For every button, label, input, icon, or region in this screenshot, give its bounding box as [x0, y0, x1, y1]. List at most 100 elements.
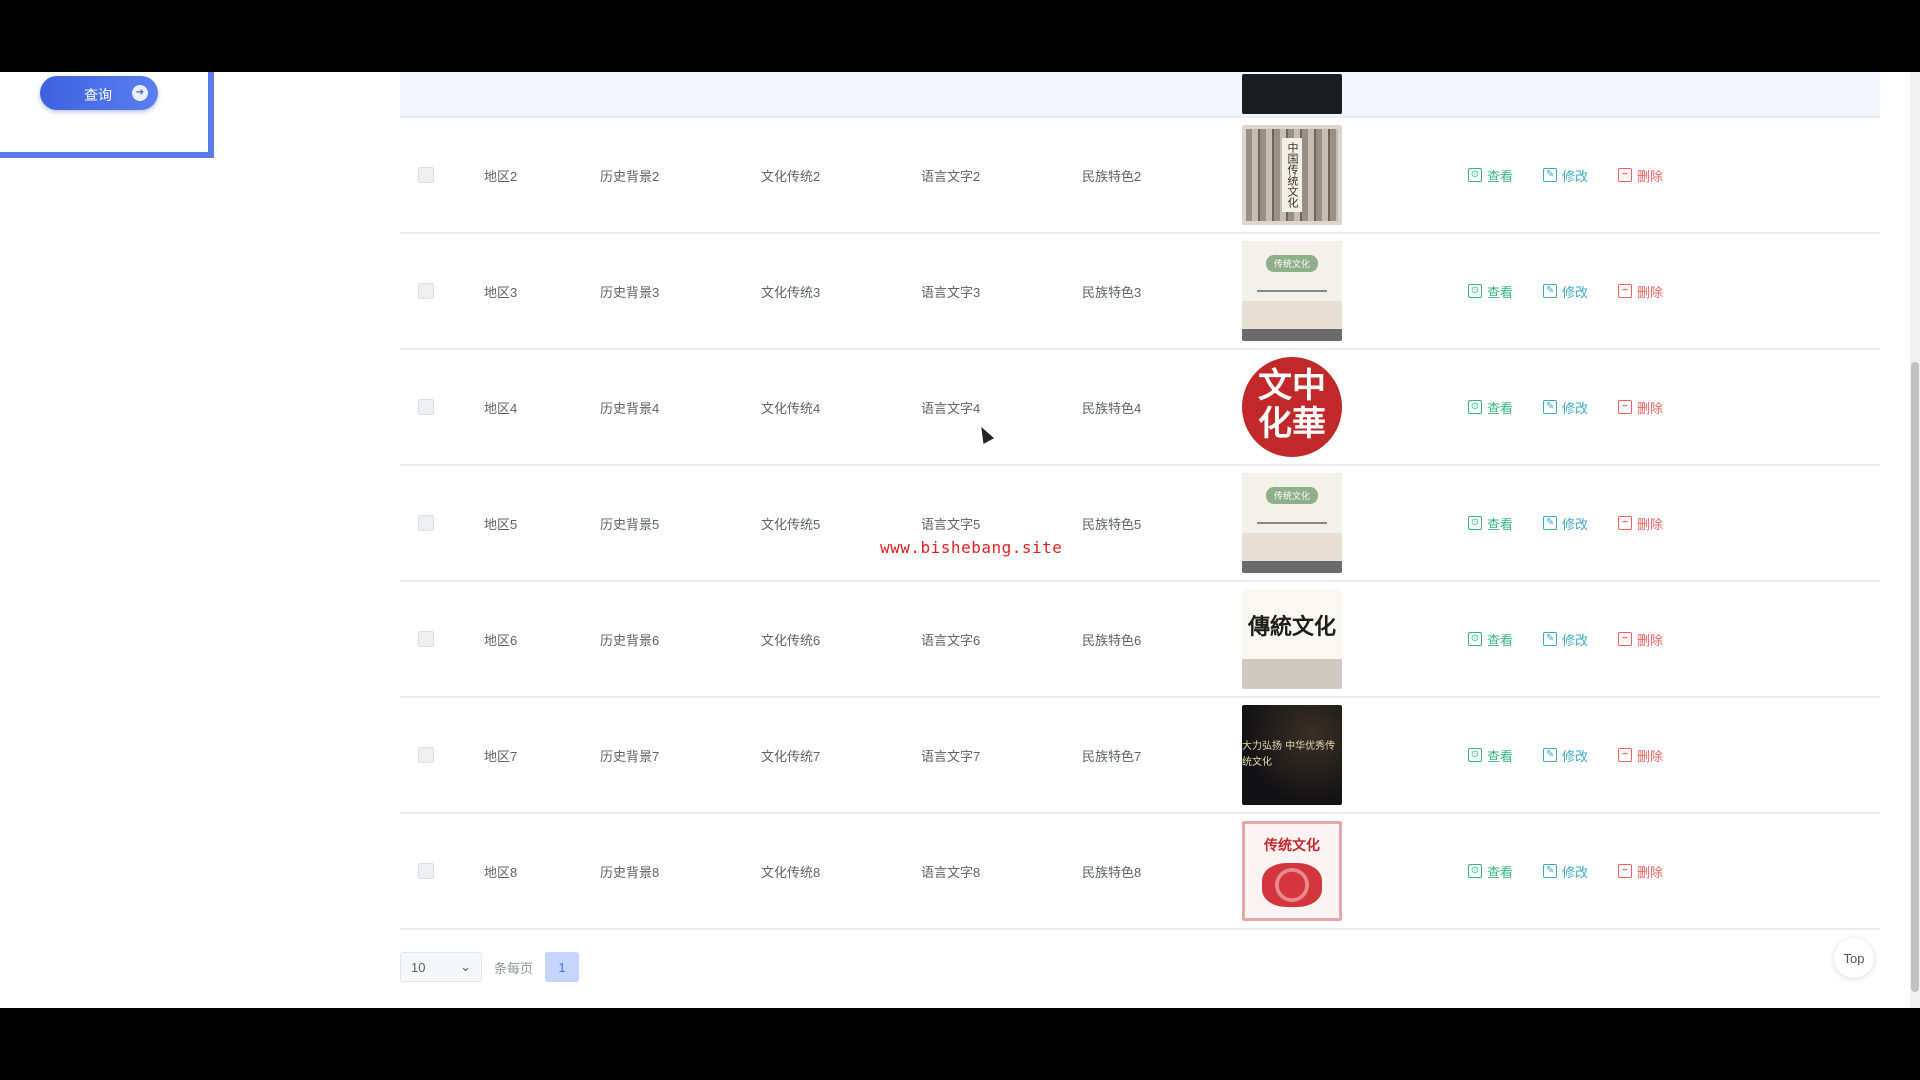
delete-button[interactable]: − 删除	[1618, 746, 1663, 765]
row-image[interactable]	[1242, 74, 1342, 114]
row-image-text: 传统文化	[1265, 255, 1318, 272]
view-button[interactable]: ⊙ 查看	[1468, 862, 1513, 881]
per-page-label: 条每页	[494, 960, 534, 976]
row-image[interactable]: 传统文化	[1242, 241, 1342, 341]
row-image-text: 大力弘扬 中华优秀传统文化	[1242, 741, 1336, 768]
view-label: 查看	[1487, 632, 1514, 648]
row-checkbox-cell	[418, 234, 434, 348]
ethnic-cell: 民族特色5	[1082, 516, 1142, 532]
minus-icon: −	[1618, 864, 1633, 878]
view-button[interactable]: ⊙ 查看	[1468, 282, 1513, 301]
ethnic-cell: 民族特色8	[1082, 864, 1142, 880]
delete-label: 删除	[1637, 864, 1664, 880]
row-checkbox[interactable]	[418, 399, 434, 415]
page-button-current[interactable]: 1	[545, 952, 580, 982]
row-image[interactable]: 文中化華	[1242, 357, 1342, 457]
edit-button[interactable]: ✎ 修改	[1543, 746, 1588, 765]
row-checkbox-cell	[418, 698, 434, 812]
view-button[interactable]: ⊙ 查看	[1468, 514, 1513, 533]
row-checkbox[interactable]	[418, 747, 434, 763]
language-cell: 语言文字2	[921, 168, 981, 184]
row-checkbox-cell	[418, 814, 434, 928]
delete-button[interactable]: − 删除	[1618, 166, 1663, 185]
table-row: 地区2 历史背景2 文化传统2 语言文字2 民族特色2 中国传统文化 ⊙ 查看 ✎…	[400, 118, 1880, 234]
row-image-text: 傳統文化	[1247, 614, 1336, 640]
delete-label: 删除	[1637, 516, 1664, 532]
delete-label: 删除	[1637, 632, 1664, 648]
view-icon: ⊙	[1468, 400, 1482, 414]
row-checkbox[interactable]	[418, 167, 434, 183]
chevron-down-icon: ⌄	[460, 959, 471, 974]
edit-icon: ✎	[1543, 748, 1558, 762]
arrow-icon: ➔	[132, 85, 148, 101]
table-row-partial	[400, 72, 1880, 118]
back-to-top-button[interactable]: Top	[1834, 938, 1874, 978]
table-row: 地区5 历史背景5 文化传统5 语言文字5 民族特色5 传统文化 ⊙ 查看 ✎ 修改…	[400, 466, 1880, 582]
row-image[interactable]: 传统文化	[1242, 821, 1342, 921]
row-checkbox[interactable]	[418, 631, 434, 647]
view-label: 查看	[1487, 748, 1514, 764]
watermark-text: www.bishebang.site	[880, 538, 1063, 557]
edit-button[interactable]: ✎ 修改	[1543, 630, 1588, 649]
ethnic-cell: 民族特色6	[1082, 632, 1142, 648]
minus-icon: −	[1618, 284, 1633, 298]
delete-button[interactable]: − 删除	[1618, 282, 1663, 301]
page-size-select[interactable]: 10 ⌄	[400, 952, 482, 982]
region-cell: 地区2	[484, 168, 518, 184]
scrollbar-track[interactable]	[1910, 72, 1920, 1008]
region-cell: 地区4	[484, 400, 518, 416]
culture-cell: 文化传统3	[761, 284, 821, 300]
minus-icon: −	[1618, 168, 1633, 182]
actions-cell: ⊙ 查看 ✎ 修改 − 删除	[1468, 582, 1693, 696]
row-checkbox[interactable]	[418, 515, 434, 531]
region-cell: 地区3	[484, 284, 518, 300]
row-image[interactable]: 中国传统文化	[1242, 125, 1342, 225]
delete-button[interactable]: − 删除	[1618, 398, 1663, 417]
edit-button[interactable]: ✎ 修改	[1543, 398, 1588, 417]
view-button[interactable]: ⊙ 查看	[1468, 398, 1513, 417]
table-row: 地区4 历史背景4 文化传统4 语言文字4 民族特色4 文中化華 ⊙ 查看 ✎ 修改…	[400, 350, 1880, 466]
edit-button[interactable]: ✎ 修改	[1543, 862, 1588, 881]
edit-button[interactable]: ✎ 修改	[1543, 514, 1588, 533]
delete-button[interactable]: − 删除	[1618, 630, 1663, 649]
ethnic-cell: 民族特色7	[1082, 748, 1142, 764]
row-image[interactable]: 傳統文化	[1242, 589, 1342, 689]
view-icon: ⊙	[1468, 864, 1482, 878]
row-image-text: 中国传统文化	[1282, 138, 1302, 212]
edit-label: 修改	[1562, 632, 1589, 648]
row-checkbox[interactable]	[418, 283, 434, 299]
edit-label: 修改	[1562, 864, 1589, 880]
edit-label: 修改	[1562, 284, 1589, 300]
minus-icon: −	[1618, 748, 1633, 762]
row-checkbox-cell	[418, 118, 434, 232]
history-cell: 历史背景4	[600, 400, 660, 416]
scrollbar-thumb[interactable]	[1911, 362, 1919, 992]
image-cell: 傳統文化	[1242, 582, 1342, 696]
ethnic-cell: 民族特色3	[1082, 284, 1142, 300]
history-cell: 历史背景7	[600, 748, 660, 764]
ethnic-cell: 民族特色4	[1082, 400, 1142, 416]
edit-label: 修改	[1562, 400, 1589, 416]
query-button[interactable]: 查询 ➔	[40, 76, 158, 110]
edit-icon: ✎	[1543, 864, 1558, 878]
row-checkbox[interactable]	[418, 863, 434, 879]
delete-button[interactable]: − 删除	[1618, 514, 1663, 533]
actions-cell: ⊙ 查看 ✎ 修改 − 删除	[1468, 466, 1693, 580]
edit-button[interactable]: ✎ 修改	[1543, 166, 1588, 185]
row-image[interactable]: 传统文化	[1242, 473, 1342, 573]
culture-cell: 文化传统8	[761, 864, 821, 880]
image-cell: 文中化華	[1242, 350, 1342, 464]
language-cell: 语言文字6	[921, 632, 981, 648]
view-button[interactable]: ⊙ 查看	[1468, 746, 1513, 765]
page-viewport: 查询 ➔ 地区2 历史背景2 文化传统2 语言文字2 民族特色2 中国传统文化 …	[0, 72, 1920, 1008]
image-cell: 中国传统文化	[1242, 118, 1342, 232]
delete-label: 删除	[1637, 168, 1664, 184]
delete-button[interactable]: − 删除	[1618, 862, 1663, 881]
row-image[interactable]: 大力弘扬 中华优秀传统文化	[1242, 705, 1342, 805]
view-button[interactable]: ⊙ 查看	[1468, 630, 1513, 649]
view-button[interactable]: ⊙ 查看	[1468, 166, 1513, 185]
language-cell: 语言文字8	[921, 864, 981, 880]
view-icon: ⊙	[1468, 748, 1482, 762]
edit-button[interactable]: ✎ 修改	[1543, 282, 1588, 301]
culture-cell: 文化传统4	[761, 400, 821, 416]
